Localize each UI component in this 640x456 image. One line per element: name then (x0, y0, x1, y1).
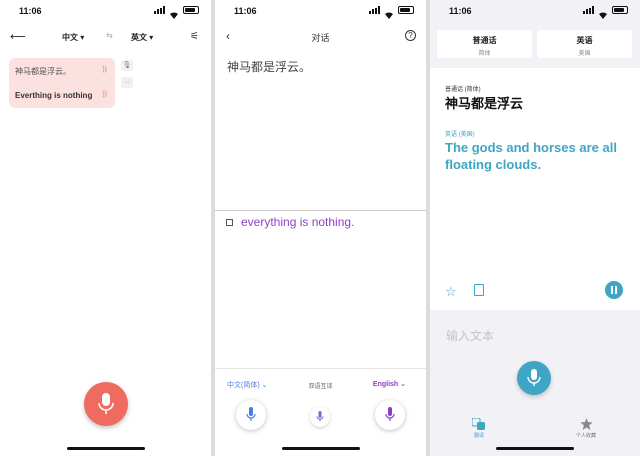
target-language-button[interactable]: 英语 美国 (537, 30, 632, 58)
battery-icon (398, 6, 414, 14)
auto-mic-button[interactable] (310, 407, 330, 427)
language-variant: 美国 (578, 51, 591, 57)
google-translate-screen: 11:06 ⟵ 中文 ▾ ⇆ 英文 ▾ ⚟ 神马都是浮云。 )) Everthi… (0, 0, 211, 456)
microphone-icon (98, 393, 114, 414)
nav-bar: ‹ 对话 ? (215, 28, 426, 46)
right-mic-button[interactable] (375, 400, 405, 430)
translated-text: everything is nothing. (241, 215, 355, 229)
page-title: 对话 (311, 33, 330, 43)
translation-card: 普通话 (简体) 神马都是浮云 英语 (美国) The gods and hor… (430, 68, 640, 310)
tab-favorites[interactable]: 个人收藏 (576, 418, 596, 439)
source-text: 神马都是浮云。 (227, 60, 312, 74)
source-text: 神马都是浮云 (445, 96, 524, 111)
conversation-bubble: 神马都是浮云。 )) Everthing is nothing )) (9, 58, 115, 108)
tab-translate[interactable]: 翻译 (472, 418, 486, 439)
microphone-icon (527, 369, 541, 386)
speaker-icon[interactable]: )) (102, 66, 107, 73)
source-language-selector[interactable]: 中文 ▾ (62, 32, 84, 43)
wifi-icon (384, 6, 394, 19)
star-icon (579, 418, 593, 430)
microphone-icon (246, 407, 256, 421)
left-mic-button[interactable] (236, 400, 266, 430)
battery-icon (183, 6, 199, 14)
translate-icon (472, 418, 485, 430)
tab-label: 翻译 (473, 433, 484, 439)
signal-icon (369, 6, 380, 14)
status-bar: 11:06 (215, 0, 426, 22)
status-bar: 11:06 (430, 0, 640, 22)
language-bar: ⟵ 中文 ▾ ⇆ 英文 ▾ ⚟ (0, 28, 211, 46)
divider (215, 368, 426, 369)
wifi-icon (169, 6, 179, 19)
microphone-icon (385, 407, 395, 421)
bubble-source-text: 神马都是浮云。 (15, 67, 71, 76)
status-time: 11:06 (19, 6, 42, 16)
back-arrow-icon[interactable]: ⟵ (10, 30, 26, 43)
mic-small-icon[interactable]: 🎙 (121, 60, 133, 71)
source-language-button[interactable]: 普通话 简体 (437, 30, 532, 58)
checkbox-icon[interactable] (226, 219, 233, 226)
target-language-selector[interactable]: 英文 ▾ (131, 32, 153, 43)
speaker-icon[interactable]: )) (102, 91, 107, 98)
signal-icon (583, 6, 594, 14)
dictionary-book-icon[interactable] (474, 284, 484, 296)
language-name: 普通话 (472, 36, 497, 45)
source-language-label: 普通话 (简体) (445, 87, 481, 93)
conversation-screen: 11:06 ‹ 对话 ? 神马都是浮云。 everything is nothi… (215, 0, 426, 456)
language-name: 英语 (576, 36, 593, 45)
battery-icon (612, 6, 628, 14)
signal-icon (154, 6, 165, 14)
status-icons (154, 6, 199, 19)
status-bar: 11:06 (0, 0, 211, 22)
language-variant: 简体 (478, 51, 491, 57)
microphone-icon (316, 411, 324, 422)
target-language-label: 英语 (美国) (445, 132, 475, 138)
home-indicator (496, 447, 574, 450)
help-icon[interactable]: ? (405, 30, 416, 41)
translated-text: The gods and horses are all floating clo… (445, 140, 617, 172)
pause-button[interactable] (605, 281, 623, 299)
microphone-button[interactable] (84, 382, 128, 426)
bubble-translated-text: Everthing is nothing (15, 91, 93, 100)
swap-languages-icon[interactable]: ⇆ (106, 31, 113, 40)
apple-translate-screen: 11:06 普通话 简体 英语 美国 普通话 (简体) 神马都是浮云 英语 (美… (430, 0, 640, 456)
status-time: 11:06 (449, 6, 472, 16)
status-icons (583, 6, 628, 19)
settings-sliders-icon[interactable]: ⚟ (190, 31, 199, 42)
divider (215, 210, 426, 211)
right-language-selector[interactable]: English ⌄ (373, 380, 406, 388)
microphone-button[interactable] (517, 361, 551, 395)
favorite-star-icon[interactable]: ☆ (445, 284, 457, 300)
home-indicator (281, 447, 360, 450)
status-time: 11:06 (234, 6, 257, 16)
tab-label: 个人收藏 (576, 433, 597, 439)
more-icon[interactable]: ·· (121, 77, 133, 88)
text-input[interactable]: 输入文本 (446, 327, 494, 344)
wifi-icon (598, 6, 608, 19)
home-indicator (66, 447, 145, 450)
status-icons (369, 6, 414, 19)
